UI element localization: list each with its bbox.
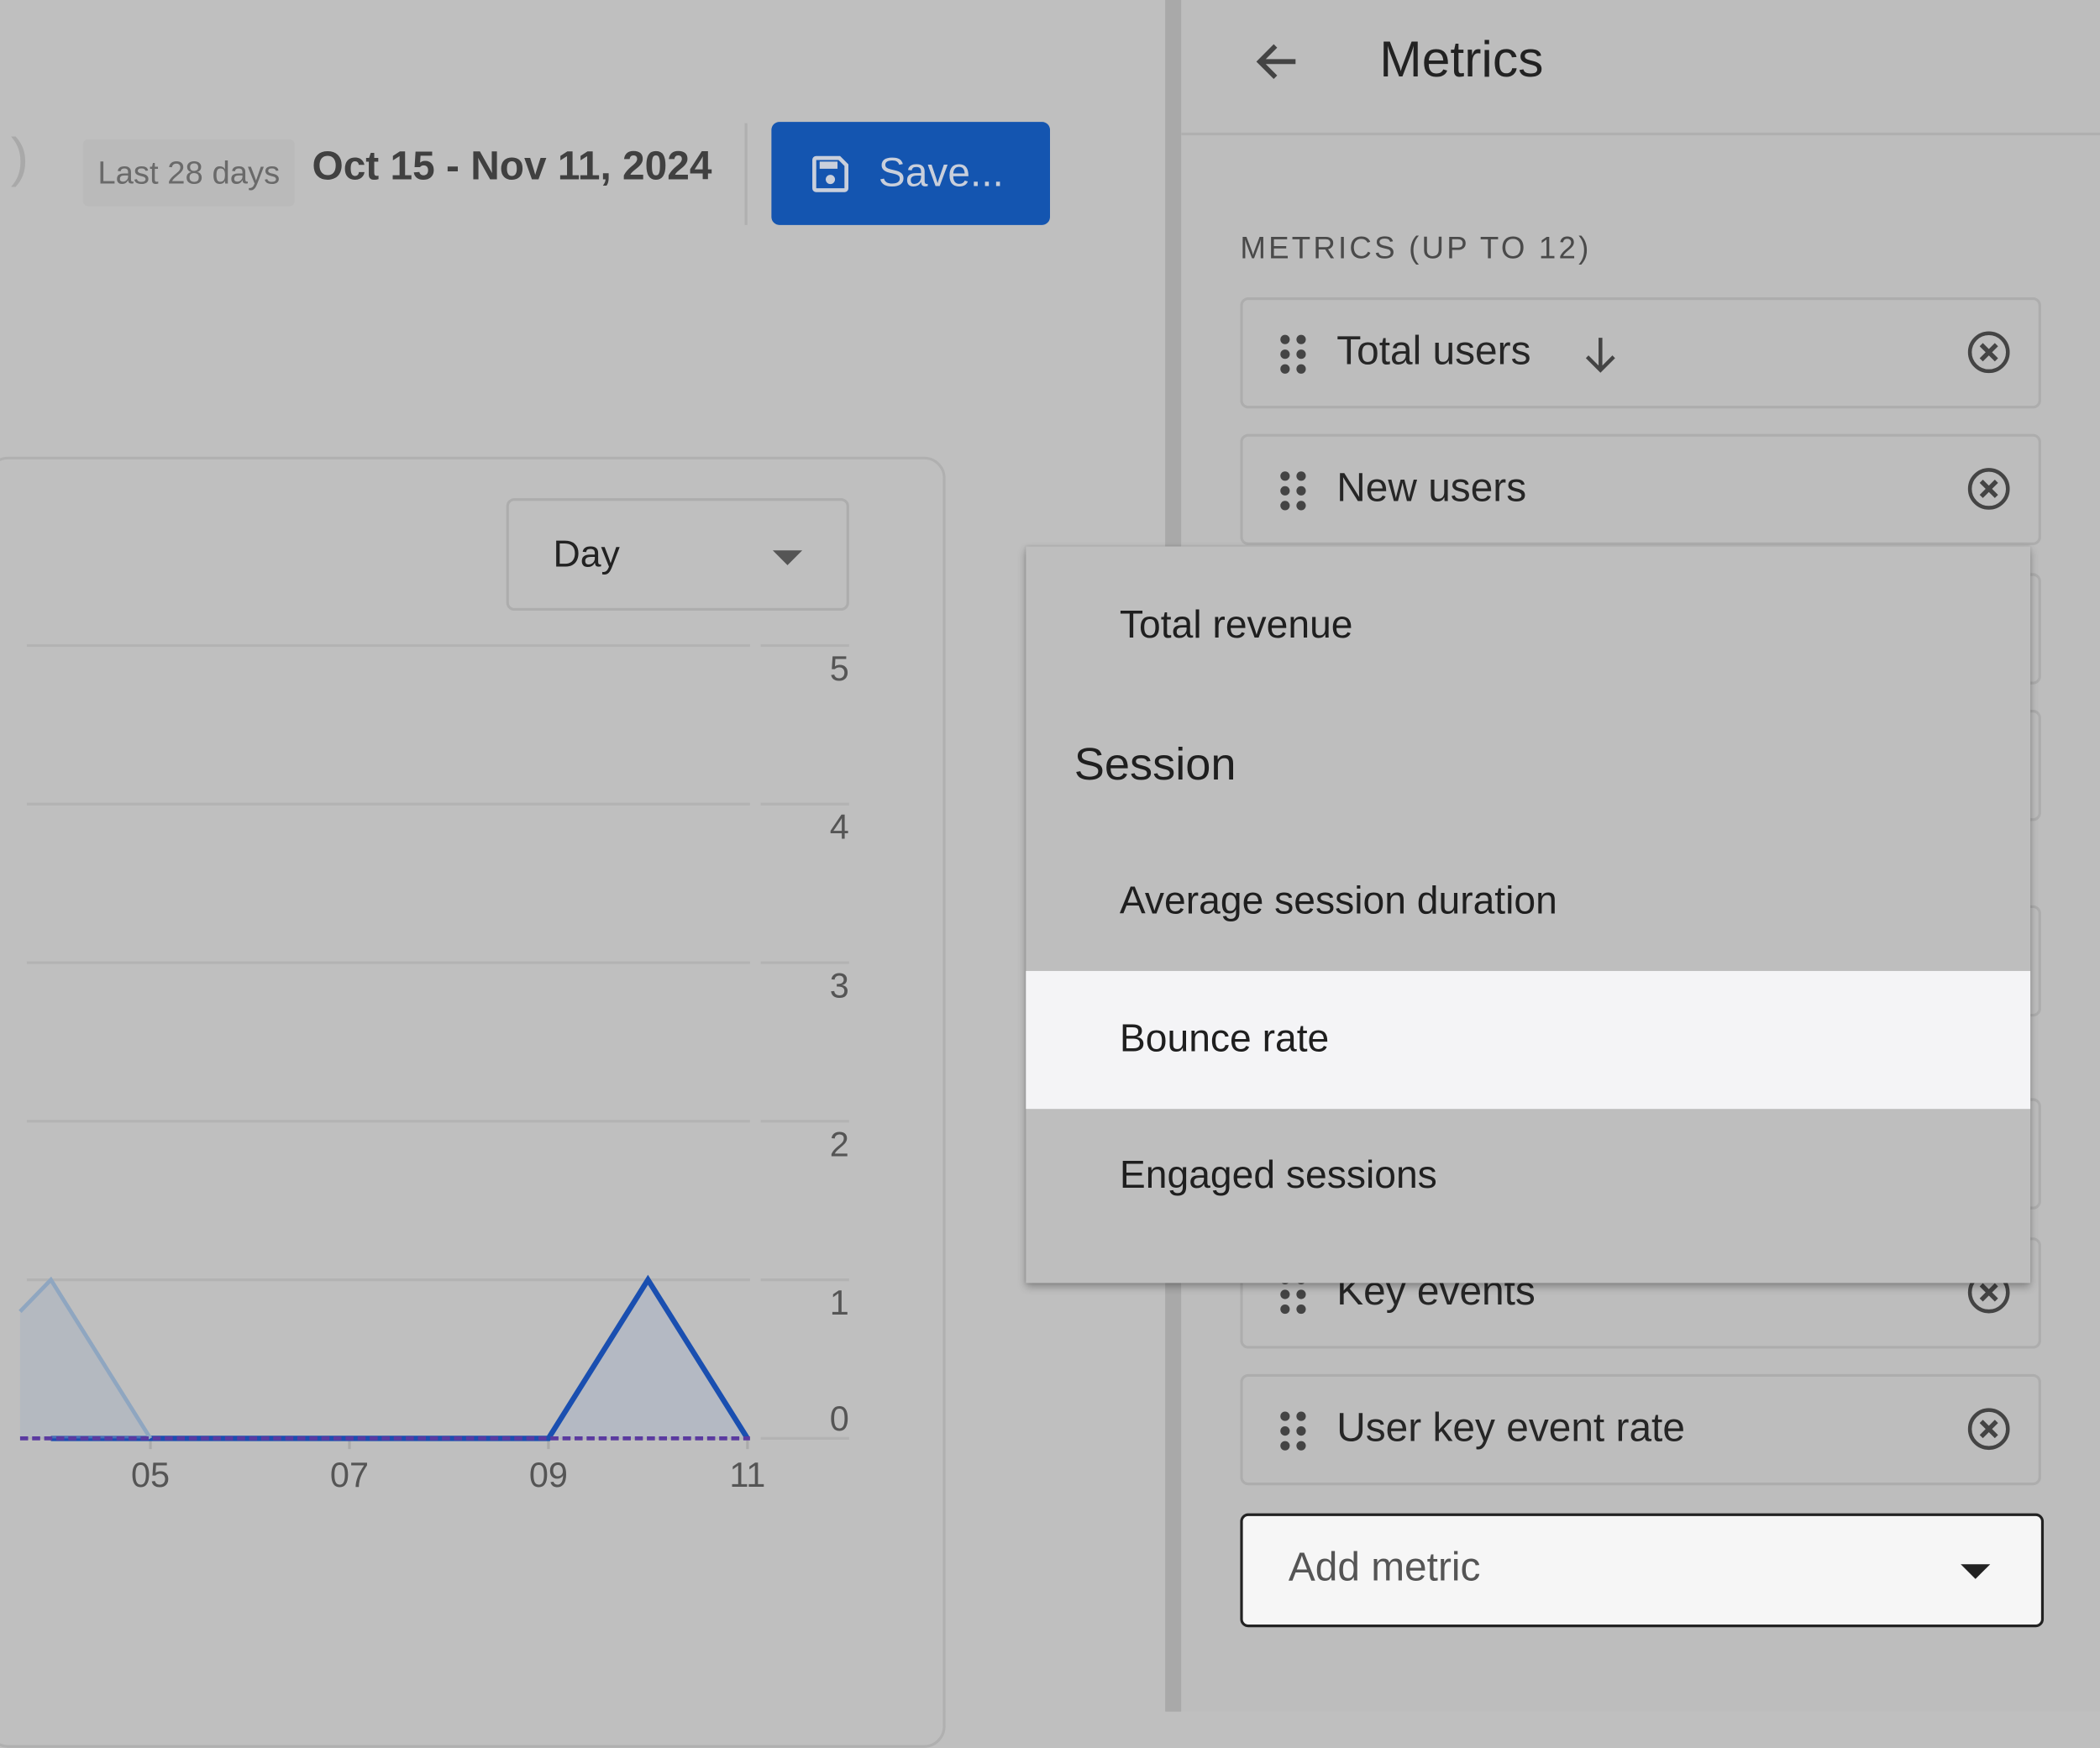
line-chart: 0 1 2 3 4 5 05 07 09 11 bbox=[0, 629, 937, 1513]
drag-handle-icon[interactable] bbox=[1280, 335, 1307, 375]
granularity-select[interactable]: Day bbox=[507, 498, 849, 611]
add-metric-select[interactable]: Add metric bbox=[1240, 1514, 2044, 1628]
panel-title: Metrics bbox=[1379, 32, 1543, 90]
caret-down-icon bbox=[773, 550, 802, 565]
y-tick-label: 5 bbox=[830, 648, 849, 688]
divider bbox=[744, 123, 747, 225]
arrow-left-icon[interactable] bbox=[1251, 32, 1305, 106]
granularity-value: Day bbox=[553, 533, 619, 575]
floppy-disk-icon bbox=[809, 152, 852, 195]
section-label: METRICS (UP TO 12) bbox=[1240, 230, 1591, 266]
metric-label: User key event rate bbox=[1336, 1406, 1685, 1451]
y-tick-label: 2 bbox=[830, 1124, 849, 1163]
date-range[interactable]: Oct 15 - Nov 11, 2024 bbox=[312, 144, 711, 190]
menu-item-bounce-rate[interactable]: Bounce rate bbox=[1026, 971, 2030, 1109]
remove-circle-icon[interactable] bbox=[1966, 1406, 2012, 1451]
remove-circle-icon[interactable] bbox=[1966, 466, 2012, 512]
series-area bbox=[20, 1280, 150, 1439]
panel-header: Metrics bbox=[1181, 0, 2100, 135]
metric-dropdown-menu: Total revenue Session Average session du… bbox=[1026, 547, 2030, 1283]
y-tick-label: 0 bbox=[830, 1399, 849, 1438]
save-button[interactable]: Save... bbox=[771, 122, 1050, 225]
remove-circle-icon[interactable] bbox=[1966, 329, 2012, 375]
metric-chip[interactable]: New users bbox=[1240, 434, 2040, 545]
drag-handle-icon[interactable] bbox=[1280, 471, 1307, 512]
x-tick-label: 11 bbox=[729, 1455, 765, 1494]
metric-label: New users bbox=[1336, 466, 1526, 512]
save-label: Save... bbox=[879, 150, 1004, 196]
menu-group-session: Session bbox=[1074, 739, 1236, 791]
x-tick-label: 09 bbox=[529, 1455, 568, 1494]
y-tick-label: 1 bbox=[830, 1283, 849, 1322]
metric-chip[interactable]: User key event rate bbox=[1240, 1374, 2040, 1485]
series-area bbox=[51, 1280, 748, 1439]
add-metric-placeholder: Add metric bbox=[1289, 1546, 1481, 1591]
menu-item-total-revenue[interactable]: Total revenue bbox=[1026, 557, 2030, 695]
metric-label: Total users bbox=[1336, 329, 1530, 375]
menu-item-engaged-sessions[interactable]: Engaged sessions bbox=[1026, 1108, 2030, 1246]
menu-item-average-session-duration[interactable]: Average session duration bbox=[1026, 833, 2030, 971]
y-tick-label: 3 bbox=[830, 966, 849, 1005]
y-tick-label: 4 bbox=[830, 807, 849, 847]
x-tick-label: 07 bbox=[330, 1455, 369, 1494]
date-range-label[interactable]: Last 28 days bbox=[83, 139, 295, 207]
x-tick-label: 05 bbox=[131, 1455, 170, 1494]
sort-descending-icon[interactable] bbox=[1578, 332, 1623, 377]
metric-chip[interactable]: Total users bbox=[1240, 297, 2040, 408]
drag-handle-icon[interactable] bbox=[1280, 1411, 1307, 1451]
caret-down-icon bbox=[1961, 1564, 1990, 1579]
partial-icon: ) bbox=[11, 129, 29, 189]
